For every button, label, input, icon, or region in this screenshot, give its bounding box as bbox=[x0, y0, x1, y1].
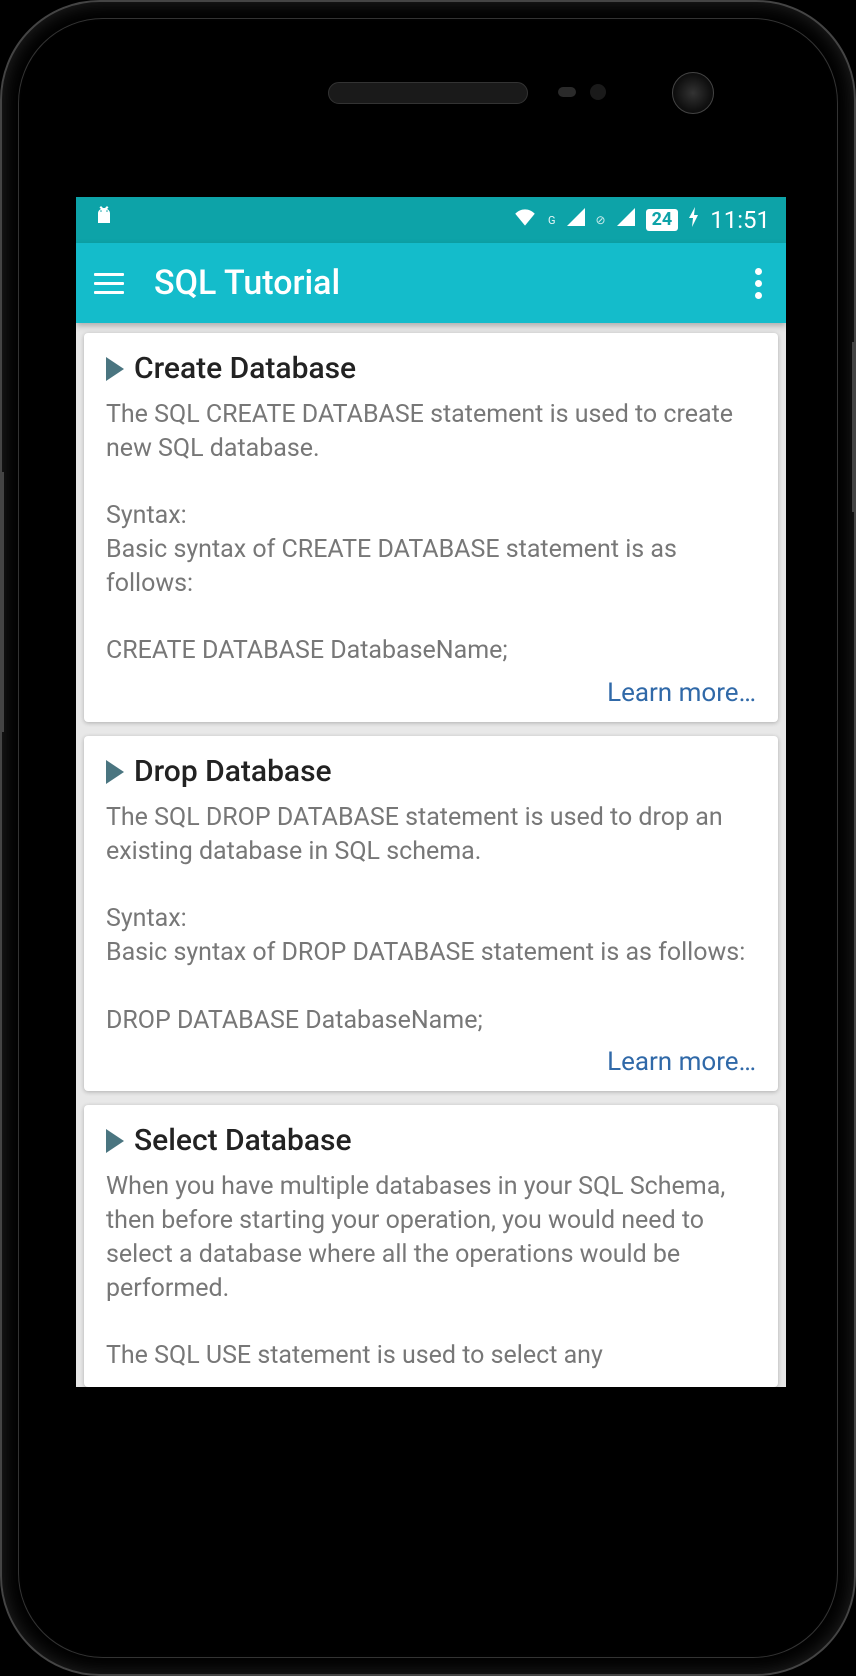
android-debug-icon bbox=[92, 205, 116, 235]
wifi-icon bbox=[512, 206, 538, 234]
content-scroll[interactable]: Create Database The SQL CREATE DATABASE … bbox=[76, 323, 786, 1387]
battery-level: 24 bbox=[646, 209, 679, 231]
power-button bbox=[852, 342, 856, 512]
menu-icon[interactable] bbox=[94, 273, 124, 294]
card-title: Select Database bbox=[134, 1123, 352, 1158]
phone-frame: G ⊘ 24 11:51 SQL Tutorial bbox=[0, 0, 856, 1676]
card-body: When you have multiple databases in your… bbox=[106, 1170, 756, 1373]
app-bar: SQL Tutorial bbox=[76, 243, 786, 323]
play-icon bbox=[106, 760, 124, 784]
phone-speaker bbox=[328, 82, 528, 104]
phone-sensors bbox=[558, 84, 606, 100]
app-title: SQL Tutorial bbox=[154, 263, 340, 303]
card-body: The SQL DROP DATABASE statement is used … bbox=[106, 801, 756, 1037]
no-sim-icon: ⊘ bbox=[596, 213, 606, 227]
play-icon bbox=[106, 357, 124, 381]
clock-time: 11:51 bbox=[710, 206, 770, 234]
card-create-database[interactable]: Create Database The SQL CREATE DATABASE … bbox=[84, 333, 778, 722]
network-type-label: G bbox=[548, 214, 556, 227]
card-body: The SQL CREATE DATABASE statement is use… bbox=[106, 398, 756, 668]
signal-icon-1 bbox=[566, 207, 586, 233]
status-bar: G ⊘ 24 11:51 bbox=[76, 197, 786, 243]
learn-more-link[interactable]: Learn more… bbox=[607, 678, 756, 708]
phone-camera bbox=[672, 72, 714, 114]
overflow-menu-icon[interactable] bbox=[749, 262, 768, 305]
volume-button bbox=[0, 472, 4, 732]
play-icon bbox=[106, 1129, 124, 1153]
signal-icon-2 bbox=[616, 207, 636, 233]
charging-icon bbox=[688, 207, 700, 233]
learn-more-link[interactable]: Learn more… bbox=[607, 1047, 756, 1077]
card-title: Create Database bbox=[134, 351, 356, 386]
card-drop-database[interactable]: Drop Database The SQL DROP DATABASE stat… bbox=[84, 736, 778, 1091]
card-title: Drop Database bbox=[134, 754, 332, 789]
screen: G ⊘ 24 11:51 SQL Tutorial bbox=[76, 197, 786, 1387]
card-select-database[interactable]: Select Database When you have multiple d… bbox=[84, 1105, 778, 1387]
